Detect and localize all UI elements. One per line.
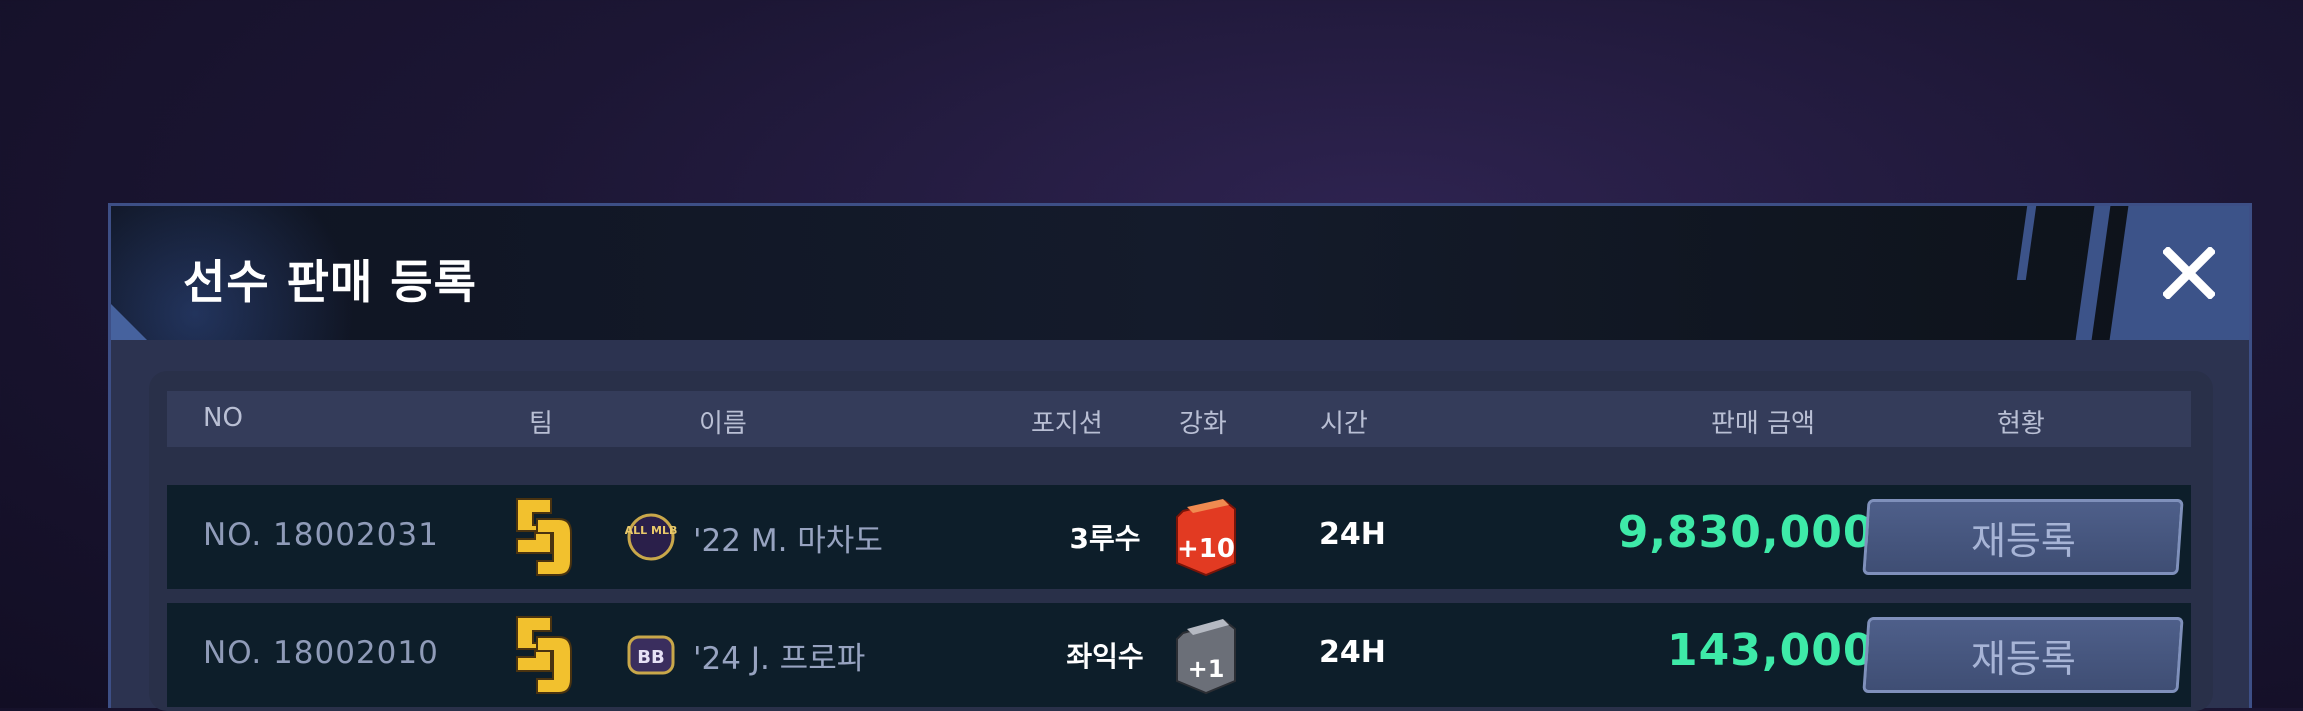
table-header: NO 팀 이름 포지션 강화 시간 판매 금액 현황 (167, 391, 2191, 447)
bb-badge-icon: BB (627, 635, 675, 675)
listing-number: NO. 18002010 (203, 635, 439, 671)
listing-time: 24H (1319, 635, 1386, 670)
header-stripe (2016, 206, 2037, 280)
table-row[interactable]: NO. 18002031 ALL MLB '22 M. 마차도 3루수 +10 … (167, 485, 2191, 589)
table-row[interactable]: NO. 18002010 BB '24 J. 프로파 좌익수 +1 24H 14… (167, 603, 2191, 707)
column-header-no: NO (203, 403, 243, 433)
relist-button[interactable]: 재등록 (1862, 499, 2184, 575)
padres-logo-icon (516, 498, 572, 576)
listing-number: NO. 18002031 (203, 517, 439, 553)
header-stripe (2075, 206, 2111, 340)
close-icon (2163, 247, 2215, 299)
relist-button[interactable]: 재등록 (1862, 617, 2184, 693)
column-header-time: 시간 (1320, 409, 1368, 439)
dialog-title: 선수 판매 등록 (183, 255, 477, 309)
svg-text:ALL MLB: ALL MLB (625, 524, 677, 537)
padres-logo-icon (516, 616, 572, 694)
enhance-level: +1 (1188, 655, 1225, 683)
column-header-name: 이름 (699, 409, 747, 439)
column-header-position: 포지션 (1031, 409, 1103, 439)
player-position: 3루수 (1069, 522, 1141, 555)
player-name: '24 J. 프로파 (693, 641, 866, 677)
all-mlb-badge-icon: ALL MLB (625, 513, 677, 561)
header-corner-accent (111, 304, 147, 340)
player-name: '22 M. 마차도 (693, 523, 883, 559)
column-header-status: 현황 (1997, 409, 2045, 439)
close-button[interactable] (2129, 206, 2249, 340)
enhance-red-badge-icon: +10 (1176, 499, 1236, 577)
enhance-level: +10 (1177, 534, 1235, 564)
dialog-header: 선수 판매 등록 (111, 206, 2249, 340)
player-position: 좌익수 (1066, 640, 1144, 673)
relist-button-label: 재등록 (1970, 518, 2076, 563)
listing-time: 24H (1319, 517, 1386, 552)
column-header-team: 팀 (529, 409, 553, 439)
sale-registration-dialog: 선수 판매 등록 NO 팀 이름 포지션 강화 시간 판매 금액 현황 NO. … (108, 203, 2252, 711)
svg-text:BB: BB (637, 647, 664, 668)
relist-button-label: 재등록 (1970, 636, 2076, 681)
enhance-silver-badge-icon: +1 (1176, 619, 1236, 695)
column-header-enhance: 강화 (1179, 409, 1227, 439)
column-header-price: 판매 금액 (1711, 409, 1815, 439)
